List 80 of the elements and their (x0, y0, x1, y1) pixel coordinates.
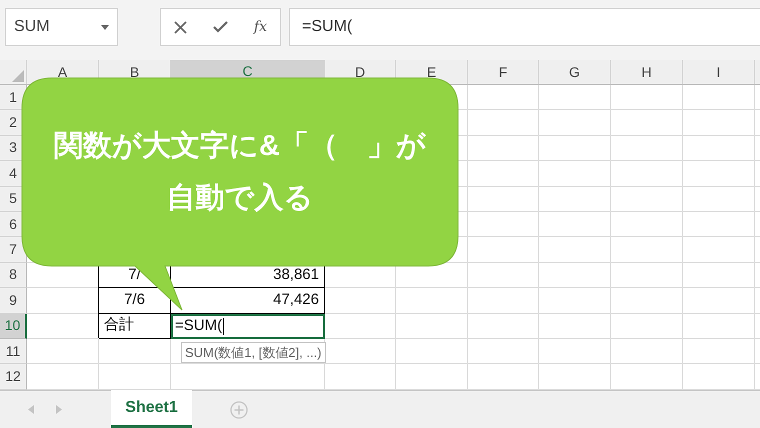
text-cursor (223, 318, 224, 335)
empty-cell[interactable] (539, 288, 611, 314)
row-header[interactable]: 7 (0, 237, 27, 263)
select-all-icon[interactable] (12, 70, 24, 82)
column-header[interactable]: I (683, 60, 755, 84)
empty-cell[interactable] (611, 186, 683, 212)
row-header[interactable]: 10 (0, 314, 27, 339)
empty-cell[interactable] (539, 85, 611, 110)
empty-cell[interactable] (468, 136, 539, 162)
empty-cell[interactable] (468, 85, 539, 110)
empty-cell[interactable] (611, 85, 683, 110)
empty-cell[interactable] (468, 110, 539, 136)
empty-cell[interactable] (683, 110, 755, 136)
empty-cell[interactable] (683, 314, 755, 339)
table-cell[interactable]: 合計 (99, 314, 171, 339)
cancel-icon[interactable] (174, 20, 187, 34)
empty-cell[interactable] (539, 237, 611, 263)
empty-cell[interactable] (611, 136, 683, 162)
checkmark-icon[interactable] (212, 21, 228, 33)
empty-cell[interactable] (539, 161, 611, 187)
add-sheet-icon[interactable] (230, 400, 248, 418)
row-header[interactable]: 8 (0, 262, 27, 288)
table-cell[interactable]: 47,426 (171, 288, 325, 314)
empty-cell[interactable] (683, 85, 755, 110)
callout-text: 自動で入る (166, 181, 314, 216)
empty-cell[interactable] (325, 314, 396, 339)
empty-cell[interactable] (683, 212, 755, 238)
empty-cell[interactable] (611, 262, 683, 288)
name-box[interactable]: SUM (5, 8, 118, 46)
empty-cell[interactable] (539, 262, 611, 288)
empty-cell[interactable] (611, 314, 683, 339)
empty-cell[interactable] (396, 314, 468, 339)
formula-field[interactable]: =SUM( (289, 8, 760, 46)
empty-cell[interactable] (611, 110, 683, 136)
empty-cell[interactable] (683, 237, 755, 263)
empty-cell[interactable] (468, 237, 539, 263)
scroll-right-icon[interactable] (56, 405, 62, 414)
empty-cell[interactable] (611, 161, 683, 187)
row-header[interactable]: 12 (0, 364, 27, 390)
insert-function-button[interactable]: fx (254, 16, 267, 38)
column-header[interactable]: G (539, 60, 611, 84)
dropdown-caret-icon[interactable] (101, 24, 109, 30)
callout-text: 関数が大文字に&「（ 」が (54, 128, 426, 164)
empty-cell[interactable] (539, 338, 611, 364)
empty-cell[interactable] (468, 212, 539, 238)
empty-cell[interactable] (468, 314, 539, 339)
sheet-tab[interactable]: Sheet1 (111, 390, 192, 428)
empty-cell[interactable] (611, 288, 683, 314)
empty-cell[interactable] (539, 186, 611, 212)
empty-cell[interactable] (611, 212, 683, 238)
column-header[interactable]: F (468, 60, 539, 84)
empty-cell[interactable] (611, 338, 683, 364)
empty-cell[interactable] (683, 262, 755, 288)
empty-cell[interactable] (611, 237, 683, 263)
column-header[interactable]: H (611, 60, 683, 84)
empty-cell[interactable] (539, 212, 611, 238)
empty-cell[interactable] (468, 288, 539, 314)
empty-cell[interactable] (99, 338, 171, 364)
empty-cell[interactable] (468, 186, 539, 212)
empty-cell[interactable] (683, 161, 755, 187)
row-header[interactable]: 9 (0, 288, 27, 314)
empty-cell[interactable] (468, 161, 539, 187)
empty-cell[interactable] (683, 288, 755, 314)
formula-text: =SUM( (302, 17, 352, 37)
empty-cell[interactable] (325, 288, 396, 314)
empty-cell[interactable] (539, 110, 611, 136)
empty-cell[interactable] (683, 186, 755, 212)
row-header[interactable]: 11 (0, 338, 27, 364)
empty-cell[interactable] (396, 338, 468, 364)
empty-cell[interactable] (683, 338, 755, 364)
scroll-left-icon[interactable] (28, 405, 34, 414)
empty-cell[interactable] (683, 136, 755, 162)
function-tooltip: SUM(数値1, [数値2], ...) (181, 342, 326, 363)
empty-cell[interactable] (468, 338, 539, 364)
empty-cell[interactable] (539, 136, 611, 162)
empty-cell[interactable] (396, 288, 468, 314)
empty-cell[interactable] (539, 314, 611, 339)
active-cell[interactable]: =SUM( (171, 314, 325, 339)
name-box-value: SUM (14, 17, 50, 37)
empty-cell[interactable] (468, 262, 539, 288)
